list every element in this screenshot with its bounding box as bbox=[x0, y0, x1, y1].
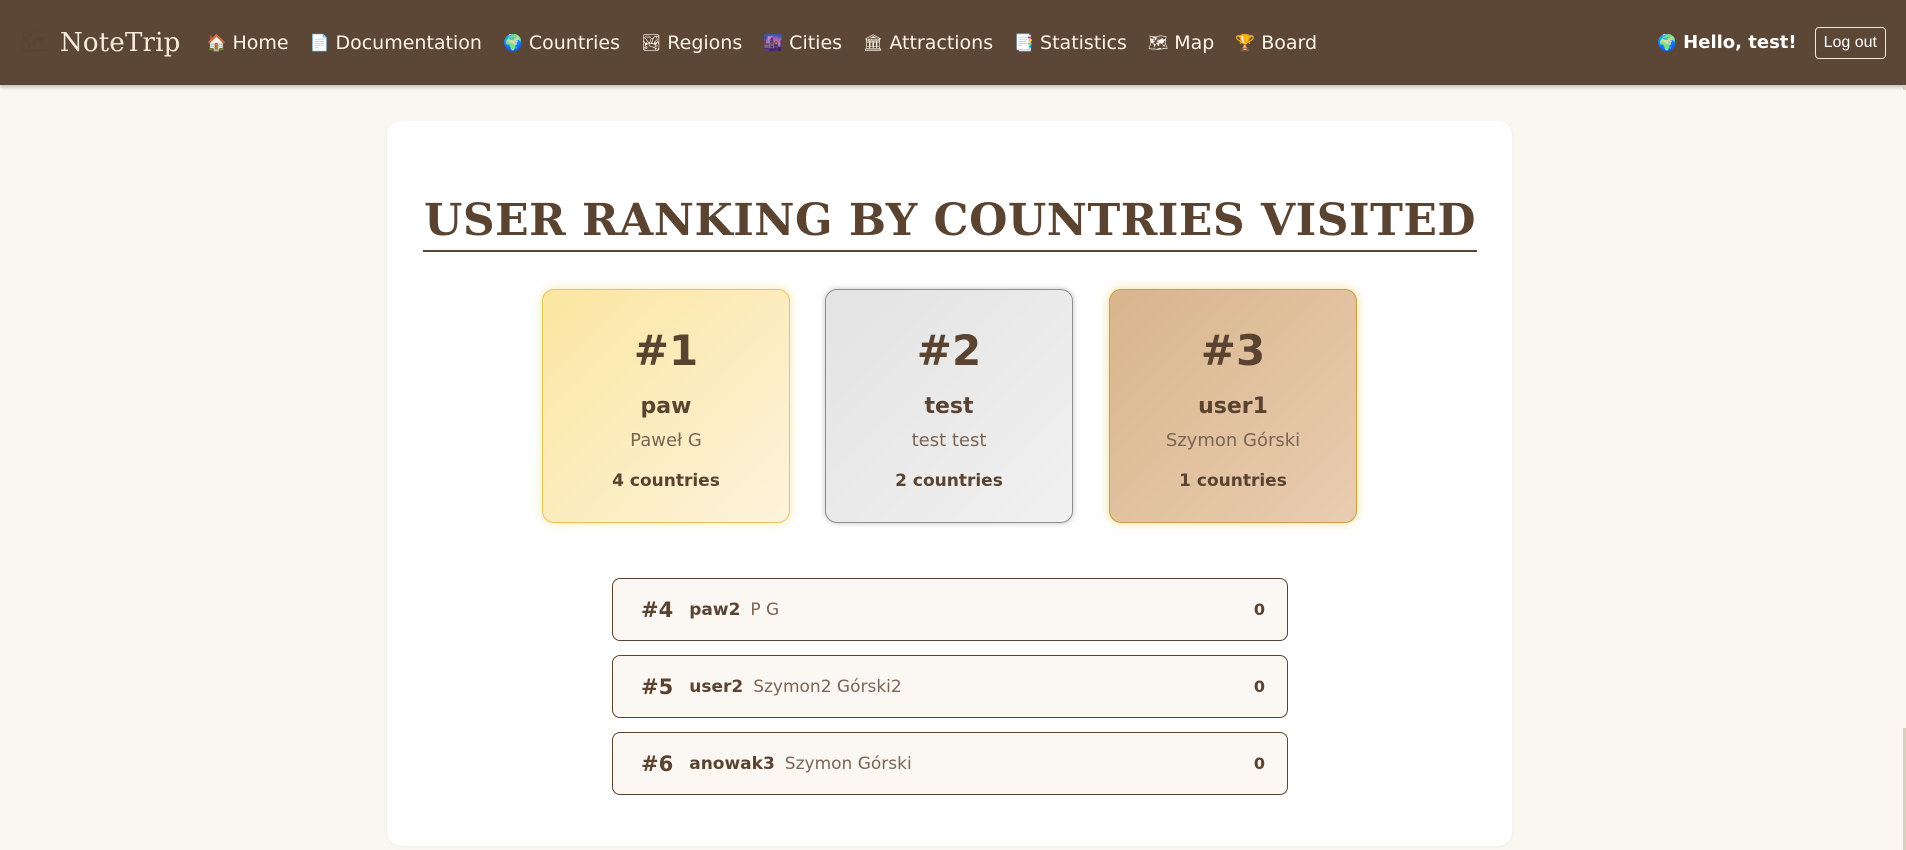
brand-logo[interactable]: 🗺 NoteTrip bbox=[20, 28, 181, 58]
podium-first-place[interactable]: #1 paw Paweł G 4 countries bbox=[542, 289, 790, 523]
row-country-count: 0 bbox=[1253, 754, 1265, 773]
house-icon: 🏠 bbox=[206, 33, 227, 52]
row-full-name: Szymon2 Górski2 bbox=[753, 676, 902, 697]
landmark-icon: 🏛 bbox=[863, 33, 884, 52]
nav-links: 🏠 Home 📄 Documentation 🌍 Countries 🏞 Reg… bbox=[207, 32, 1339, 54]
nav-statistics[interactable]: 📑 Statistics bbox=[1014, 32, 1127, 54]
nav-home-label: Home bbox=[232, 31, 289, 54]
podium-third-place[interactable]: #3 user1 Szymon Górski 1 countries bbox=[1109, 289, 1357, 523]
podium-username: test bbox=[924, 394, 974, 419]
podium-rank: #1 bbox=[633, 326, 699, 375]
map-icon: 🗺 bbox=[1147, 33, 1169, 52]
brand-name: NoteTrip bbox=[59, 27, 181, 58]
podium-full-name: Szymon Górski bbox=[1165, 430, 1301, 451]
nav-home[interactable]: 🏠 Home bbox=[207, 32, 289, 54]
row-country-count: 0 bbox=[1253, 677, 1265, 696]
top-navbar: 🗺 NoteTrip 🏠 Home 📄 Documentation 🌍 Coun… bbox=[0, 0, 1906, 85]
row-username: user2 bbox=[689, 676, 744, 697]
greeting-text: Hello, test! bbox=[1683, 32, 1797, 53]
podium-country-count: 2 countries bbox=[895, 471, 1003, 491]
nav-countries-label: Countries bbox=[528, 31, 620, 54]
globe-icon: 🌍 bbox=[502, 33, 523, 52]
landscape-icon: 🏞 bbox=[640, 33, 662, 52]
row-rank: #5 bbox=[641, 674, 674, 699]
ranking-card: USER RANKING BY COUNTRIES VISITED #1 paw… bbox=[387, 121, 1512, 846]
row-username: paw2 bbox=[689, 599, 741, 620]
document-icon: 📄 bbox=[309, 33, 330, 52]
row-full-name: P G bbox=[750, 599, 780, 620]
nav-cities-label: Cities bbox=[789, 31, 843, 54]
nav-cities[interactable]: 🌆 Cities bbox=[763, 32, 842, 54]
nav-attractions-label: Attractions bbox=[889, 31, 994, 54]
logout-button[interactable]: Log out bbox=[1814, 26, 1886, 59]
nav-statistics-label: Statistics bbox=[1040, 31, 1127, 54]
row-rank: #4 bbox=[641, 597, 674, 622]
ranking-list-row[interactable]: #5 user2 Szymon2 Górski2 0 bbox=[612, 655, 1288, 718]
ranking-list-row[interactable]: #6 anowak3 Szymon Górski 0 bbox=[612, 732, 1288, 795]
nav-board-label: Board bbox=[1261, 31, 1318, 54]
podium-country-count: 4 countries bbox=[612, 471, 720, 491]
podium-rank: #2 bbox=[916, 326, 982, 375]
page-icon: 📑 bbox=[1014, 33, 1035, 52]
nav-documentation[interactable]: 📄 Documentation bbox=[310, 32, 482, 54]
user-greeting: 🌍 Hello, test! bbox=[1657, 32, 1796, 53]
row-full-name: Szymon Górski bbox=[784, 753, 912, 774]
cityscape-icon: 🌆 bbox=[763, 33, 784, 52]
nav-documentation-label: Documentation bbox=[335, 31, 482, 54]
row-rank: #6 bbox=[641, 751, 674, 776]
trophy-icon: 🏆 bbox=[1235, 33, 1256, 52]
page-title: USER RANKING BY COUNTRIES VISITED bbox=[423, 195, 1477, 252]
nav-map-label: Map bbox=[1174, 31, 1215, 54]
podium-full-name: test test bbox=[911, 430, 987, 451]
podium-full-name: Paweł G bbox=[630, 430, 702, 451]
podium-username: paw bbox=[640, 394, 692, 419]
podium-second-place[interactable]: #2 test test test 2 countries bbox=[825, 289, 1073, 523]
podium-username: user1 bbox=[1198, 394, 1268, 419]
nav-user-area: 🌍 Hello, test! Log out bbox=[1657, 26, 1886, 59]
row-country-count: 0 bbox=[1253, 600, 1265, 619]
nav-countries[interactable]: 🌍 Countries bbox=[503, 32, 620, 54]
nav-attractions[interactable]: 🏛 Attractions bbox=[863, 32, 993, 54]
globe-icon: 🌍 bbox=[1657, 33, 1678, 52]
nav-regions[interactable]: 🏞 Regions bbox=[641, 32, 742, 54]
ranking-list-row[interactable]: #4 paw2 P G 0 bbox=[612, 578, 1288, 641]
podium-rank: #3 bbox=[1200, 326, 1266, 375]
podium-country-count: 1 countries bbox=[1179, 471, 1287, 491]
nav-regions-label: Regions bbox=[667, 31, 743, 54]
suitcase-icon: 🗺 bbox=[20, 30, 48, 55]
nav-map[interactable]: 🗺 Map bbox=[1148, 32, 1214, 54]
row-username: anowak3 bbox=[689, 753, 775, 774]
nav-board[interactable]: 🏆 Board bbox=[1235, 32, 1317, 54]
